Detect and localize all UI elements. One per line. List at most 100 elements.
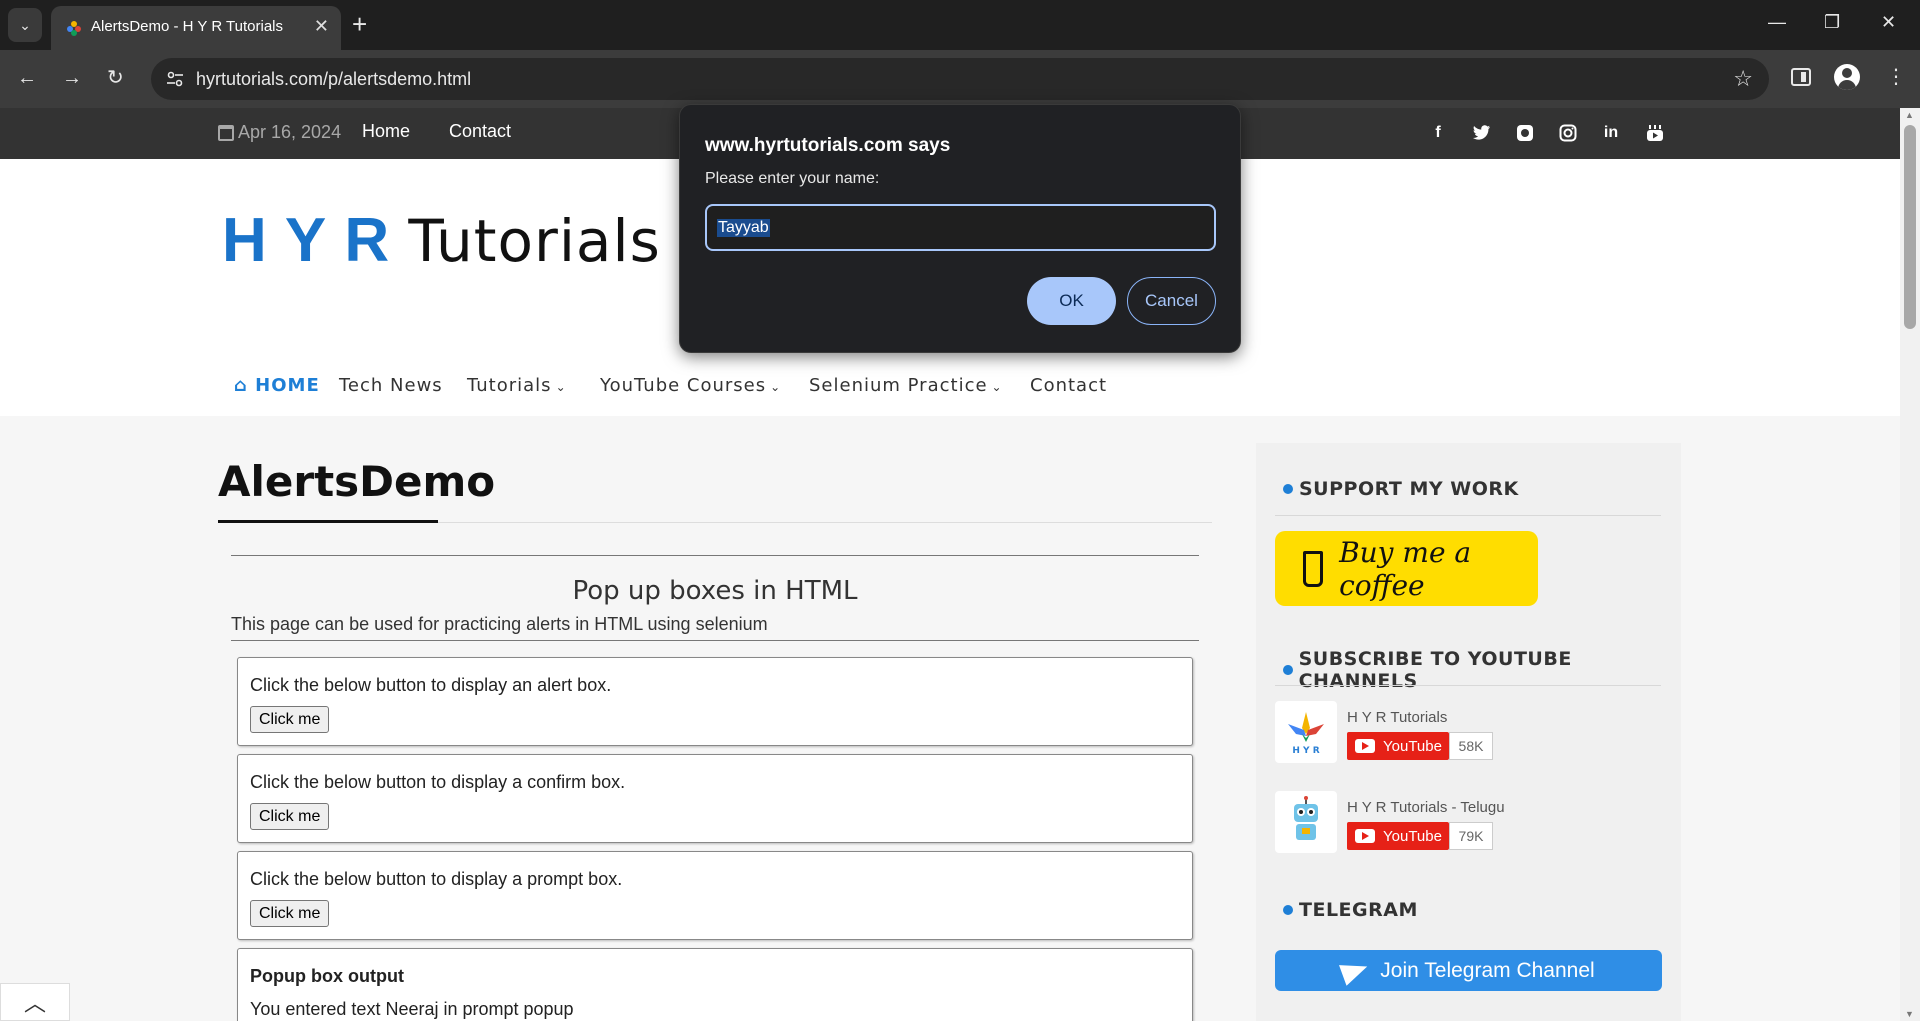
support-heading-label: SUPPORT MY WORK <box>1299 478 1519 500</box>
chevron-down-icon: ⌄ <box>555 380 567 394</box>
nav-contact[interactable]: Contact <box>1030 375 1107 396</box>
dialog-name-input[interactable]: Tayyab <box>705 204 1216 251</box>
prompt-button[interactable]: Click me <box>250 900 330 927</box>
output-title: Popup box output <box>250 966 404 986</box>
telegram-button-label: Join Telegram Channel <box>1380 958 1595 982</box>
youtube-play-icon <box>1355 739 1375 753</box>
forward-icon[interactable]: → <box>62 66 82 90</box>
title-underline <box>218 520 438 523</box>
facebook-icon[interactable]: f <box>1427 122 1449 144</box>
output-text: You entered text Neeraj in prompt popup <box>250 999 574 1019</box>
hyr-telugu-channel-avatar[interactable] <box>1275 791 1337 853</box>
subscriber-count: 79K <box>1449 822 1493 850</box>
dialog-title: www.hyrtutorials.com says <box>705 135 951 156</box>
page-title: AlertsDemo <box>218 457 496 506</box>
youtube-subscribe-button[interactable]: YouTube <box>1347 732 1449 760</box>
youtube-subscribe-button[interactable]: YouTube <box>1347 822 1449 850</box>
restore-window-icon[interactable]: ❐ <box>1824 12 1840 33</box>
bookmark-star-icon[interactable]: ☆ <box>1733 66 1753 92</box>
chevron-down-icon: ⌄ <box>991 380 1003 394</box>
profile-avatar-icon[interactable] <box>1834 64 1860 90</box>
top-link-home[interactable]: Home <box>362 121 410 142</box>
back-icon[interactable]: ← <box>17 66 37 90</box>
telegram-heading: TELEGRAM <box>1283 899 1418 921</box>
nav-tutorials-label: Tutorials <box>467 375 552 396</box>
bullet-icon <box>1283 484 1293 494</box>
close-tab-icon[interactable]: ✕ <box>314 16 329 37</box>
top-link-contact[interactable]: Contact <box>449 121 511 142</box>
bullet-icon <box>1283 665 1293 675</box>
support-heading: SUPPORT MY WORK <box>1283 478 1519 500</box>
intro-text: This page can be used for practicing ale… <box>231 614 768 634</box>
join-telegram-button[interactable]: Join Telegram Channel <box>1275 950 1662 991</box>
more-menu-icon[interactable]: ⋮ <box>1886 64 1906 89</box>
youtube-button-label: YouTube <box>1383 737 1442 755</box>
twitter-icon[interactable] <box>1471 122 1493 144</box>
new-tab-button[interactable]: + <box>352 10 367 38</box>
buy-me-a-coffee-button[interactable]: Buy me a coffee <box>1275 531 1538 606</box>
site-logo[interactable]: H Y R Tutorials <box>222 205 661 276</box>
sidebar: SUPPORT MY WORK Buy me a coffee SUBSCRIB… <box>1256 443 1681 1021</box>
nav-selenium-practice-label: Selenium Practice <box>809 375 988 396</box>
scroll-down-arrow-icon[interactable]: ▼ <box>1905 1009 1914 1019</box>
main-content: AlertsDemo Pop up boxes in HTML This pag… <box>218 443 1212 1021</box>
horizontal-rule <box>231 555 1199 556</box>
subscriber-count: 58K <box>1449 732 1493 760</box>
logo-part-hyr: H Y R <box>222 206 391 275</box>
ok-button[interactable]: OK <box>1027 277 1116 325</box>
dialog-message: Please enter your name: <box>705 170 880 187</box>
site-favicon-icon <box>67 21 81 36</box>
coffee-label: Buy me a coffee <box>1339 535 1472 602</box>
alert-button[interactable]: Click me <box>250 706 330 733</box>
close-window-icon[interactable]: ✕ <box>1881 12 1896 33</box>
telegram-plane-icon <box>1339 955 1372 986</box>
page-scrollbar[interactable]: ▲ ▼ <box>1900 108 1920 1021</box>
nav-home[interactable]: ⌂ HOME <box>234 375 320 396</box>
home-icon: ⌂ <box>234 375 248 396</box>
scroll-up-arrow-icon[interactable]: ▲ <box>1905 110 1914 120</box>
youtube-button-label: YouTube <box>1383 827 1442 845</box>
coffee-cup-icon <box>1303 550 1324 587</box>
alert-instruction: Click the below button to display an ale… <box>250 675 612 695</box>
cancel-button[interactable]: Cancel <box>1127 277 1216 325</box>
horizontal-rule <box>231 640 1199 641</box>
url-text: hyrtutorials.com/p/alertsdemo.html <box>196 69 472 89</box>
minimize-window-icon[interactable]: — <box>1768 12 1786 33</box>
confirm-button[interactable]: Click me <box>250 803 330 830</box>
nav-youtube-courses[interactable]: YouTube Courses ⌄ <box>600 375 781 396</box>
prompt-dialog: www.hyrtutorials.com says Please enter y… <box>679 104 1241 353</box>
scrollbar-thumb[interactable] <box>1904 125 1916 329</box>
side-panel-icon[interactable] <box>1791 68 1811 86</box>
site-info-icon[interactable] <box>165 69 185 89</box>
address-bar[interactable]: hyrtutorials.com/p/alertsdemo.html ☆ <box>151 58 1769 100</box>
confirm-demo-box: Click the below button to display a conf… <box>237 754 1193 843</box>
browser-tab[interactable]: AlertsDemo - H Y R Tutorials ✕ <box>51 6 341 50</box>
tab-title: AlertsDemo - H Y R Tutorials <box>91 18 284 35</box>
reload-icon[interactable]: ↻ <box>107 66 124 90</box>
linkedin-icon[interactable]: in <box>1600 122 1622 144</box>
channel-name[interactable]: H Y R Tutorials - Telugu <box>1347 799 1505 816</box>
nav-selenium-practice[interactable]: Selenium Practice ⌄ <box>809 375 1003 396</box>
hyr-channel-avatar[interactable]: H Y R <box>1275 701 1337 763</box>
youtube-icon[interactable] <box>1644 122 1666 144</box>
tab-search-button[interactable]: ⌄ <box>8 8 42 42</box>
back-to-top-button[interactable]: ︿ <box>0 983 70 1021</box>
section-heading: Pop up boxes in HTML <box>572 576 858 606</box>
nav-tech-news[interactable]: Tech News <box>339 375 443 396</box>
browser-tab-bar: ⌄ AlertsDemo - H Y R Tutorials ✕ + — ❐ ✕ <box>0 0 1920 50</box>
svg-text:H Y R: H Y R <box>1292 746 1319 756</box>
browser-toolbar: ← → ↻ hyrtutorials.com/p/alertsdemo.html… <box>0 50 1920 108</box>
sidebar-divider <box>1275 685 1661 686</box>
output-box: Popup box output You entered text Neeraj… <box>237 948 1193 1021</box>
calendar-icon <box>218 124 234 141</box>
logo-part-tutorials: Tutorials <box>408 207 661 275</box>
nav-tutorials[interactable]: Tutorials ⌄ <box>467 375 567 396</box>
youtube-play-icon <box>1355 829 1375 843</box>
nav-youtube-courses-label: YouTube Courses <box>600 375 767 396</box>
date-text: Apr 16, 2024 <box>238 122 342 142</box>
channel-name[interactable]: H Y R Tutorials <box>1347 709 1447 726</box>
prompt-instruction: Click the below button to display a prom… <box>250 869 623 889</box>
github-icon[interactable] <box>1514 122 1536 144</box>
instagram-icon[interactable] <box>1557 122 1579 144</box>
alert-demo-box: Click the below button to display an ale… <box>237 657 1193 746</box>
